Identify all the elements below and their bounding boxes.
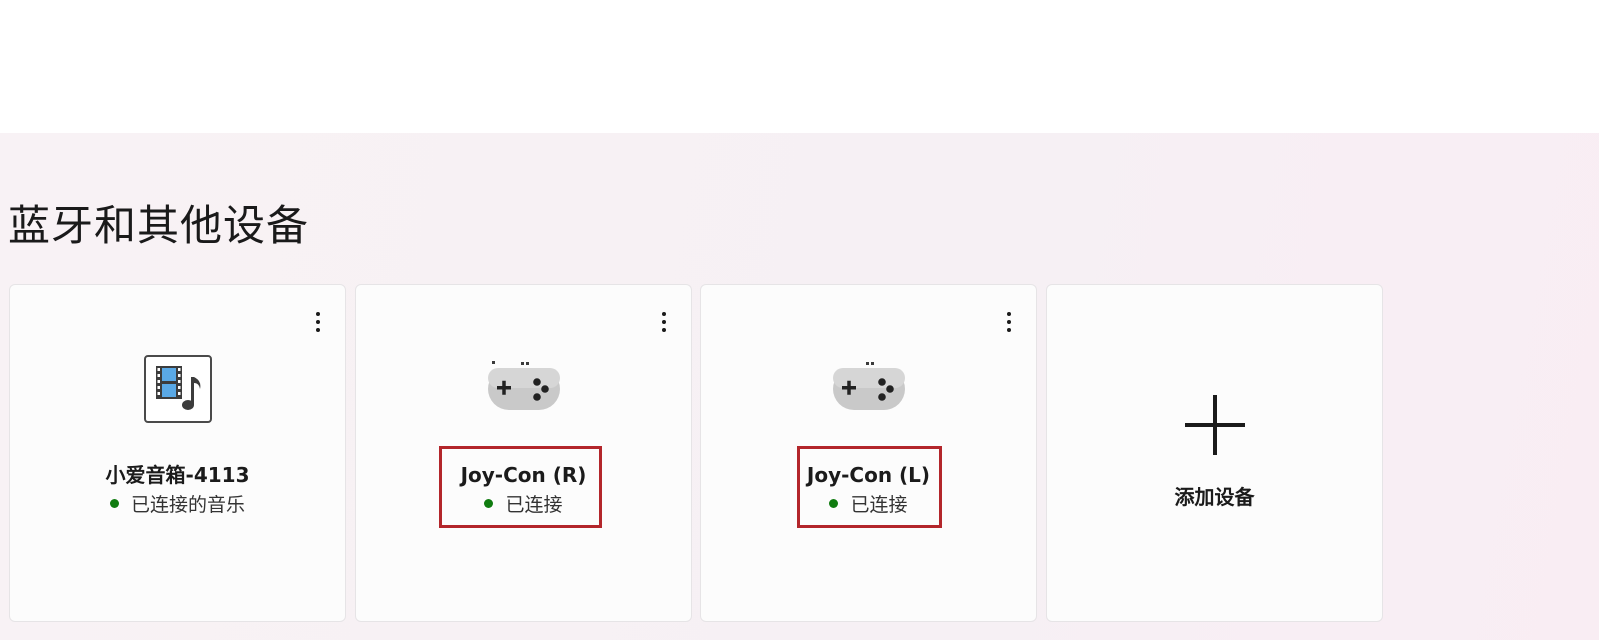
media-speaker-icon: [143, 355, 212, 423]
device-status-text: 已连接: [505, 494, 563, 516]
more-dot: [1007, 312, 1011, 316]
more-options-button[interactable]: [311, 309, 325, 335]
device-status-text: 已连接的音乐: [130, 494, 245, 516]
more-dot: [662, 312, 666, 316]
connected-status-dot: [829, 499, 839, 508]
device-card-joycon-l[interactable]: Joy-Con (L) 已连接: [700, 284, 1037, 622]
device-status: 已连接: [701, 492, 1036, 518]
more-dot: [1007, 328, 1011, 332]
device-status-text: 已连接: [850, 494, 908, 516]
more-dot: [316, 328, 320, 332]
top-blank-area: [0, 0, 1599, 133]
add-device-label: 添加设备: [1174, 485, 1255, 509]
device-name: Joy-Con (R): [460, 463, 587, 487]
add-device-card[interactable]: 添加设备: [1046, 284, 1383, 622]
connected-status-dot: [484, 499, 494, 508]
device-status: 已连接: [356, 492, 691, 518]
more-options-button[interactable]: [657, 309, 671, 335]
device-name: 小爱音箱-4113: [105, 463, 250, 487]
more-dot: [1007, 320, 1011, 324]
device-name: Joy-Con (L): [806, 463, 931, 487]
more-dot: [316, 320, 320, 324]
device-card-joycon-r[interactable]: Joy-Con (R) 已连接: [355, 284, 692, 622]
plus-icon: [1184, 395, 1245, 455]
section-title: 蓝牙和其他设备: [8, 201, 310, 250]
connected-status-dot: [109, 499, 119, 508]
more-dot: [662, 320, 666, 324]
device-status: 已连接的音乐: [10, 492, 345, 518]
more-options-button[interactable]: [1002, 309, 1016, 335]
more-dot: [662, 328, 666, 332]
device-card-speaker[interactable]: 小爱音箱-4113 已连接的音乐: [9, 284, 346, 622]
more-dot: [316, 312, 320, 316]
gamepad-icon: [832, 362, 905, 410]
gamepad-icon: [487, 361, 560, 410]
